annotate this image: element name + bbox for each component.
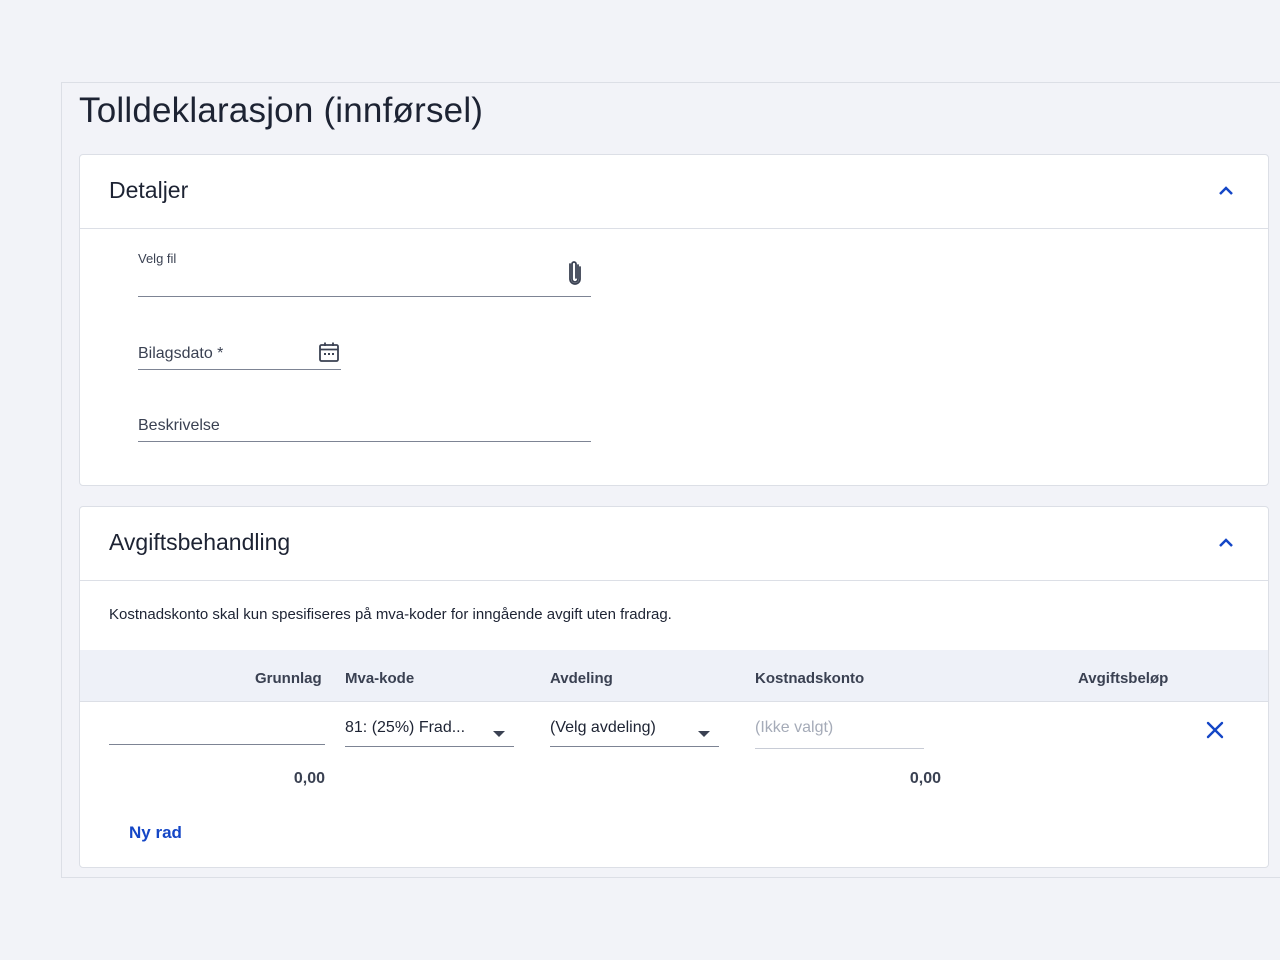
details-panel-title: Detaljer: [109, 177, 189, 203]
date-field-label: Bilagsdato *: [138, 345, 224, 362]
chevron-down-icon[interactable]: [698, 731, 710, 737]
konto-placeholder: (Ikke valgt): [755, 719, 834, 736]
table-header: Grunnlag Mva-kode Avdeling Kostnadskonto…: [80, 650, 1268, 702]
avdeling-select-underline: [550, 746, 719, 747]
fees-panel-title: Avgiftsbehandling: [109, 529, 291, 555]
total-belop: 0,00: [909, 770, 941, 787]
paperclip-icon[interactable]: [567, 259, 583, 287]
new-row-button[interactable]: Ny rad: [129, 823, 182, 843]
calendar-icon[interactable]: [318, 341, 340, 363]
date-field-underline: [138, 369, 341, 370]
mva-select[interactable]: 81: (25%) Frad...: [345, 719, 514, 747]
total-grunnlag: 0,00: [293, 770, 325, 787]
page-title: Tolldeklarasjon (innførsel): [79, 91, 484, 130]
description-field[interactable]: Beskrivelse: [138, 417, 591, 445]
info-text: Kostnadskonto skal kun spesifiseres på m…: [109, 606, 672, 623]
chevron-up-icon[interactable]: [1216, 181, 1236, 201]
grunnlag-underline: [109, 744, 325, 745]
file-field-label: Velg fil: [138, 251, 177, 266]
fees-panel: Avgiftsbehandling Kostnadskonto skal kun…: [79, 506, 1269, 868]
description-field-underline: [138, 441, 591, 442]
column-header-grunnlag: Grunnlag: [255, 670, 322, 687]
details-panel: Detaljer Velg fil Bilagsdato * Beskrivel…: [79, 154, 1269, 486]
konto-select[interactable]: (Ikke valgt): [755, 719, 924, 749]
konto-select-underline: [755, 748, 924, 749]
file-field[interactable]: Velg fil: [138, 251, 591, 297]
close-icon[interactable]: [1205, 720, 1225, 740]
date-field[interactable]: Bilagsdato *: [138, 341, 341, 371]
form-container: Tolldeklarasjon (innførsel) Detaljer Vel…: [61, 82, 1280, 878]
fees-panel-header[interactable]: Avgiftsbehandling: [80, 507, 1268, 581]
chevron-down-icon[interactable]: [493, 731, 505, 737]
mva-select-value: 81: (25%) Frad...: [345, 719, 466, 736]
column-header-mva: Mva-kode: [345, 670, 415, 687]
column-header-konto: Kostnadskonto: [755, 670, 865, 687]
chevron-up-icon[interactable]: [1216, 533, 1236, 553]
column-header-belop: Avgiftsbeløp: [1078, 670, 1169, 687]
grunnlag-input[interactable]: [109, 719, 325, 745]
column-header-avdeling: Avdeling: [550, 670, 613, 687]
mva-select-underline: [345, 746, 514, 747]
file-field-underline: [138, 296, 591, 297]
avdeling-select-value: (Velg avdeling): [550, 719, 656, 736]
avdeling-select[interactable]: (Velg avdeling): [550, 719, 719, 747]
details-panel-header[interactable]: Detaljer: [80, 155, 1268, 229]
description-field-label: Beskrivelse: [138, 417, 220, 434]
